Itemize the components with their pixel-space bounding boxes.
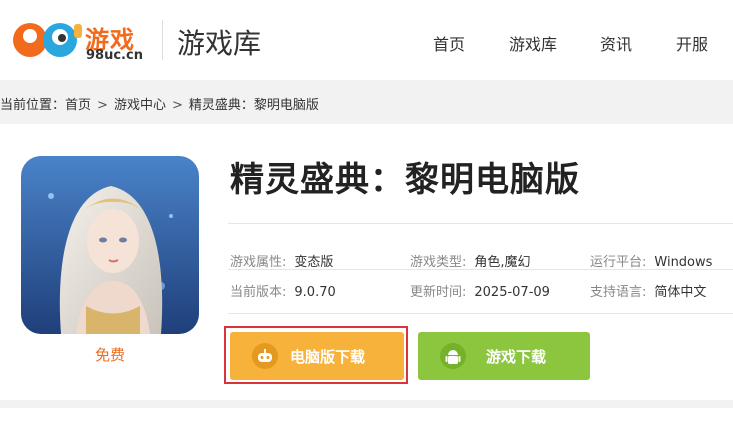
price-label: 免费: [94, 346, 125, 364]
gamepad-icon: [252, 343, 278, 369]
breadcrumb-game-center[interactable]: 游戏中心: [114, 98, 166, 113]
breadcrumb: 当前位置：首页 > 游戏中心 > 精灵盛典：黎明电脑版: [0, 94, 319, 113]
next-section: [0, 408, 733, 441]
breadcrumb-current: 精灵盛典：黎明电脑版: [188, 98, 319, 113]
nav-item-servers[interactable]: 开服: [676, 31, 708, 55]
info-value: 变态版: [294, 255, 334, 270]
info-attribute: 游戏属性: 变态版: [230, 251, 333, 270]
info-updated: 更新时间: 2025-07-09: [410, 281, 550, 300]
info-platform: 运行平台: Windows: [590, 251, 712, 270]
info-key: 支持语言:: [590, 285, 647, 300]
info-genre: 游戏类型: 角色,魔幻: [410, 251, 531, 270]
game-download-button[interactable]: 游戏下载: [418, 332, 590, 380]
info-key: 更新时间:: [410, 285, 467, 300]
info-divider: [228, 313, 733, 314]
info-key: 当前版本:: [230, 285, 287, 300]
breadcrumb-prefix: 当前位置：: [0, 98, 66, 113]
info-value: 2025-07-09: [474, 285, 550, 300]
breadcrumb-separator: >: [97, 98, 108, 113]
game-title: 精灵盛典：黎明电脑版: [230, 160, 580, 200]
pc-download-label: 电脑版下载: [290, 348, 366, 366]
cover-art-icon: [21, 156, 199, 334]
info-value: Windows: [654, 255, 713, 270]
info-value: 9.0.70: [294, 285, 336, 300]
android-icon: [440, 343, 466, 369]
info-divider: [228, 223, 733, 224]
info-key: 运行平台:: [590, 255, 647, 270]
game-detail-card: 免费 精灵盛典：黎明电脑版 游戏属性: 变态版 游戏类型: 角色,魔幻 运行平台: W…: [0, 124, 733, 400]
game-cover-image[interactable]: [21, 156, 199, 334]
breadcrumb-home[interactable]: 首页: [65, 98, 91, 113]
nav-item-game-library[interactable]: 游戏库: [509, 31, 557, 55]
info-key: 游戏属性:: [230, 255, 287, 270]
pc-download-button[interactable]: 电脑版下载: [230, 332, 404, 380]
main-nav: 首页 游戏库 资讯 开服: [0, 31, 733, 55]
game-download-label: 游戏下载: [486, 348, 547, 366]
site-header: 游戏 98uc.cn 游戏库 首页 游戏库 资讯 开服: [0, 0, 733, 80]
info-language: 支持语言: 简体中文: [590, 281, 706, 300]
info-value: 简体中文: [654, 285, 707, 300]
nav-item-news[interactable]: 资讯: [600, 31, 632, 55]
nav-item-home[interactable]: 首页: [433, 31, 465, 55]
info-key: 游戏类型:: [410, 255, 467, 270]
info-version: 当前版本: 9.0.70: [230, 281, 336, 300]
breadcrumb-separator: >: [171, 98, 183, 113]
info-value: 角色,魔幻: [474, 255, 531, 270]
